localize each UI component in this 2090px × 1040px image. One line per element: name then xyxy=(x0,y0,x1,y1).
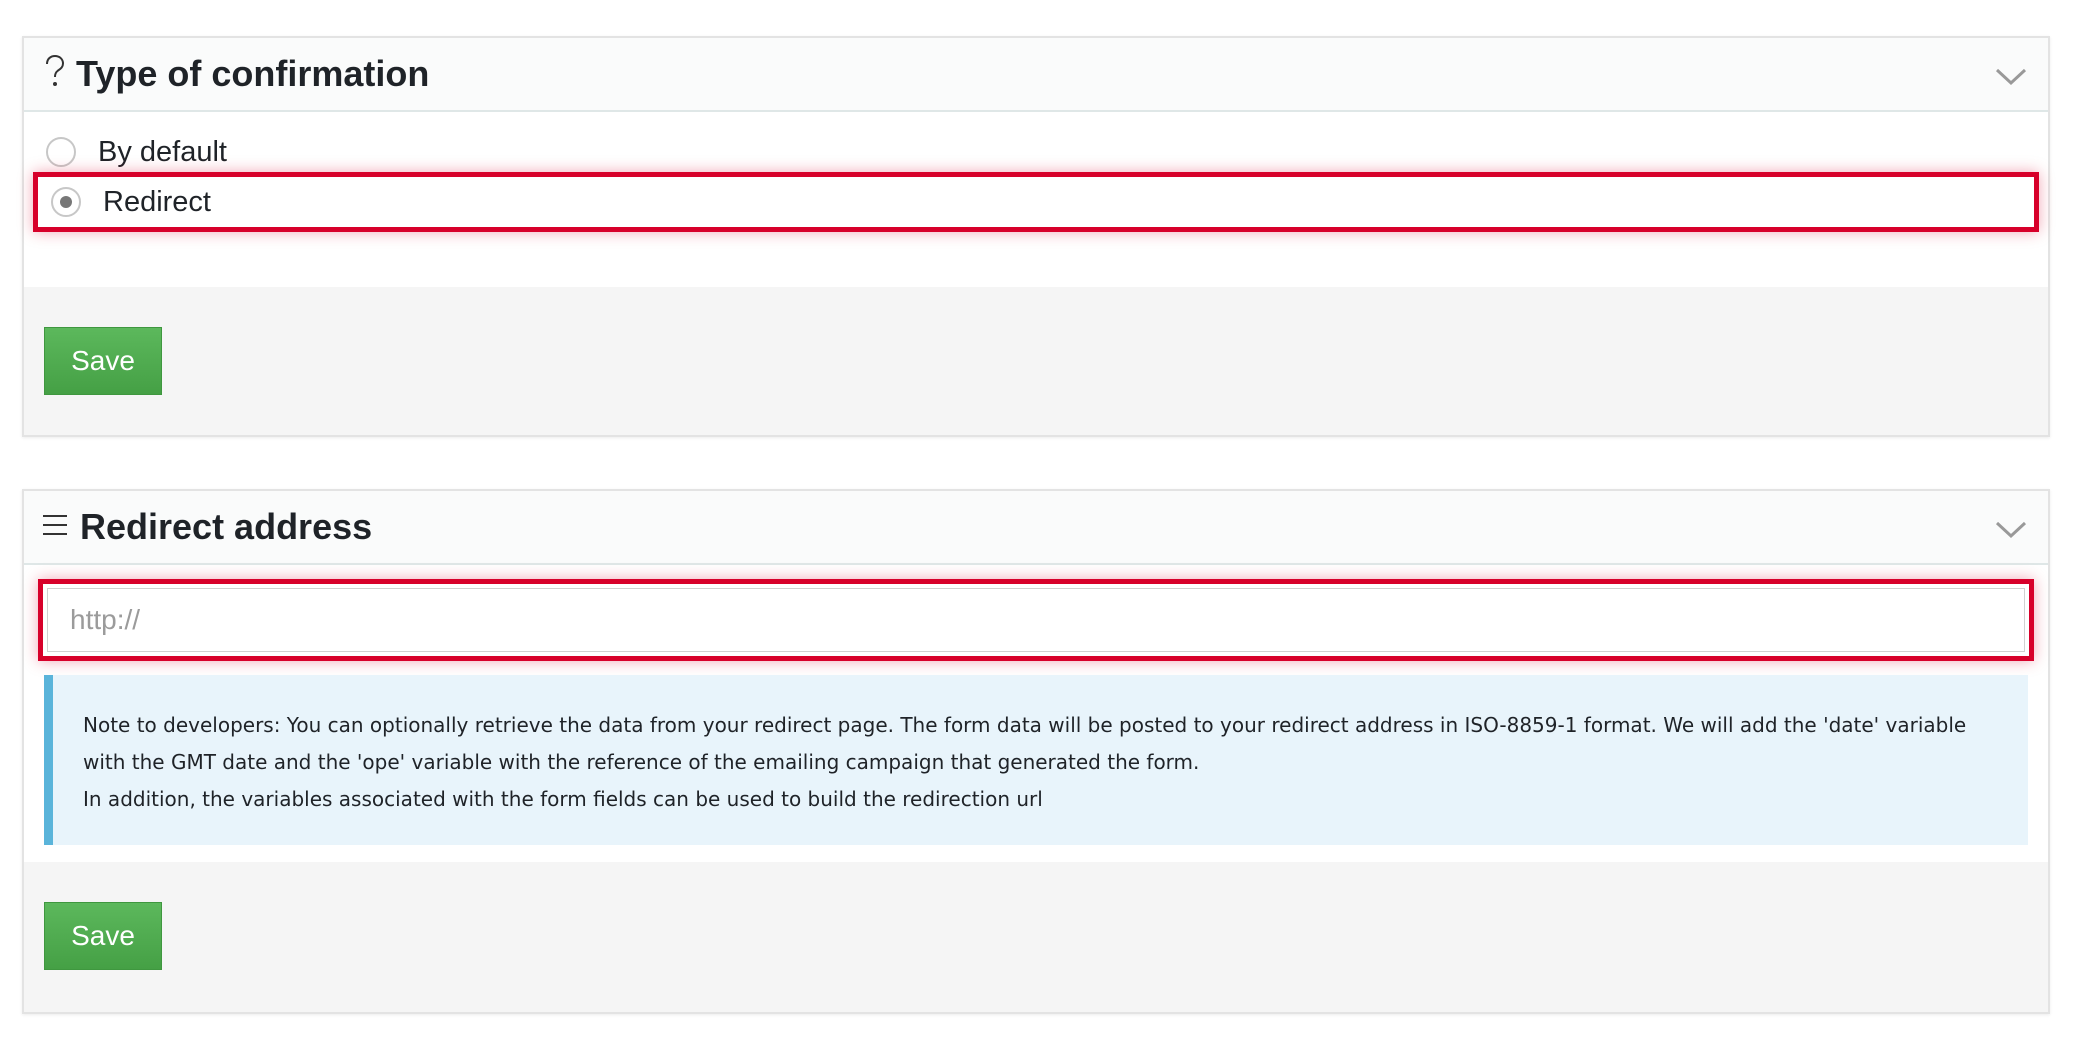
list-icon xyxy=(42,505,68,545)
developer-note-line: In addition, the variables associated wi… xyxy=(83,787,1043,811)
radio-redirect[interactable] xyxy=(51,187,81,217)
chevron-down-icon[interactable] xyxy=(1994,64,2028,88)
confirmation-type-panel: Type of confirmation By default Redirect… xyxy=(22,36,2050,437)
save-redirect-button[interactable]: Save xyxy=(44,902,162,970)
confirmation-panel-title: Type of confirmation xyxy=(76,53,430,94)
developer-note-line: Note to developers: You can optionally r… xyxy=(83,713,1967,737)
redirect-panel-footer: Save xyxy=(24,862,2048,1012)
confirmation-panel-header[interactable]: Type of confirmation xyxy=(24,38,2048,112)
radio-option-by-default[interactable]: By default xyxy=(38,126,2034,178)
redirect-panel-title: Redirect address xyxy=(80,506,373,547)
radio-by-default[interactable] xyxy=(46,137,76,167)
question-icon xyxy=(42,52,68,92)
redirect-url-input-wrapper xyxy=(38,579,2034,661)
confirmation-panel-footer: Save xyxy=(24,287,2048,435)
redirect-address-panel: Redirect address Note to developers: You… xyxy=(22,489,2050,1014)
redirect-url-input[interactable] xyxy=(47,588,2025,652)
radio-label-by-default: By default xyxy=(98,135,227,168)
radio-label-redirect: Redirect xyxy=(103,185,211,218)
developer-note: Note to developers: You can optionally r… xyxy=(44,675,2028,845)
chevron-down-icon[interactable] xyxy=(1994,517,2028,541)
developer-note-line: with the GMT date and the 'ope' variable… xyxy=(83,750,1200,774)
redirect-panel-header[interactable]: Redirect address xyxy=(24,491,2048,565)
radio-option-redirect-row[interactable]: Redirect xyxy=(33,172,2039,232)
save-confirmation-button[interactable]: Save xyxy=(44,327,162,395)
